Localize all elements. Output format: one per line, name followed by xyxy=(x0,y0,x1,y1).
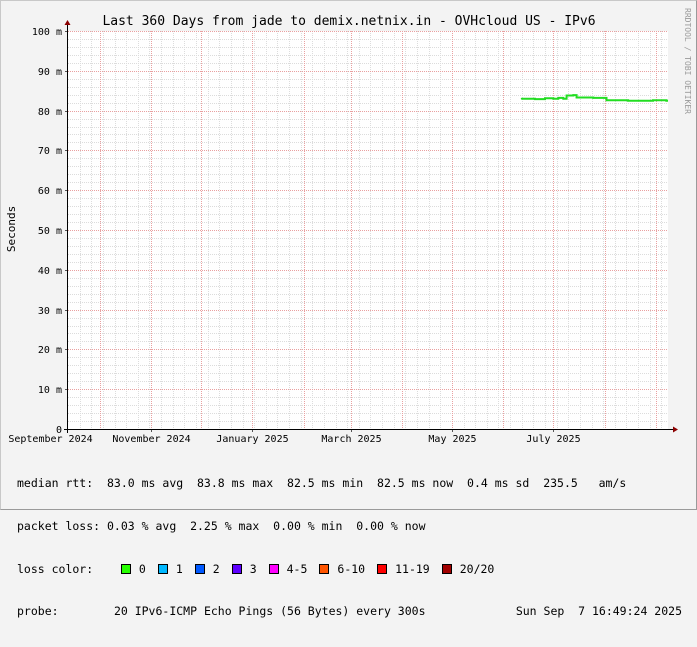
loss-color-swatch xyxy=(231,563,242,574)
y-axis-label: Seconds xyxy=(5,206,18,252)
loss-color-item: 0 xyxy=(120,561,146,576)
data-point xyxy=(627,99,629,102)
loss-color-item: 2 xyxy=(194,561,220,576)
y-tick-label: 70 m xyxy=(38,146,62,157)
loss-color-swatch xyxy=(319,563,330,574)
packet-loss-line: packet loss: 0.03 % avg 2.25 % max 0.00 … xyxy=(17,519,426,533)
probe-text: 20 IPv6-ICMP Echo Pings (56 Bytes) every… xyxy=(113,604,426,619)
loss-color-swatch xyxy=(120,563,131,574)
data-point xyxy=(565,94,568,97)
loss-color-label-text: 0 xyxy=(138,561,146,576)
loss-color-label-text: 3 xyxy=(249,561,257,576)
y-tick-label: 20 m xyxy=(38,345,62,356)
data-point xyxy=(603,97,606,99)
median-rtt-line: median rtt: 83.0 ms avg 83.8 ms max 82.5… xyxy=(17,476,627,491)
loss-color-swatch xyxy=(157,563,168,574)
data-point xyxy=(534,98,536,100)
loss-color-swatch xyxy=(377,563,388,574)
loss-color-swatch xyxy=(441,563,452,574)
legend: median rtt: 83.0 ms avg 83.8 ms max 82.5… xyxy=(17,448,687,647)
data-point xyxy=(652,99,654,102)
y-tick-label: 80 m xyxy=(38,107,62,118)
loss-color-swatch xyxy=(194,563,205,574)
y-tick-label: 100 m xyxy=(32,27,62,38)
loss-color-label-text: 20/20 xyxy=(459,561,495,576)
x-tick-label: November 2024 xyxy=(112,434,190,445)
loss-color-item: 11-19 xyxy=(377,562,430,576)
y-axis-arrow xyxy=(64,20,71,25)
x-tick-label: March 2025 xyxy=(321,434,381,445)
data-point xyxy=(605,99,608,102)
data-point xyxy=(562,97,565,100)
chart: 010 m20 m30 m40 m50 m60 m70 m80 m90 m100… xyxy=(5,8,692,445)
y-tick-label: 30 m xyxy=(38,306,62,317)
loss-color-row: loss color: 0 1 2 3 4-5 6-10 11-19 20/20 xyxy=(17,562,687,576)
x-tick-label: September 2024 xyxy=(8,434,92,445)
y-tick-label: 50 m xyxy=(38,226,62,237)
x-axis-arrow xyxy=(673,426,678,433)
loss-color-item: 6-10 xyxy=(319,562,365,576)
loss-color-item: 1 xyxy=(157,561,183,576)
x-tick-label: May 2025 xyxy=(428,434,476,445)
loss-color-item: 3 xyxy=(231,561,257,576)
probe-label: probe: xyxy=(17,604,59,619)
data-point xyxy=(665,99,668,102)
rrdtool-watermark: RRDTOOL / TOBI OETIKER xyxy=(683,8,692,114)
y-tick-label: 40 m xyxy=(38,266,62,277)
loss-color-label-text: 2 xyxy=(212,561,220,576)
loss-color-swatch xyxy=(268,563,279,574)
data-point xyxy=(544,97,546,100)
loss-color-label-text: 4-5 xyxy=(286,561,308,576)
loss-color-item: 4-5 xyxy=(268,561,308,576)
loss-color-label-text: 11-19 xyxy=(395,561,430,576)
data-point xyxy=(552,97,555,100)
data-point xyxy=(575,96,578,99)
graph-frame: 0 10 m 20 m 30 m 40 m 50 m 60 m 70 m 80 m 90 m 100… xyxy=(0,0,697,618)
x-tick-label: January 2025 xyxy=(216,434,288,445)
data-point xyxy=(520,97,523,100)
graph-date: Sun Sep 7 16:49:24 2025 xyxy=(515,604,682,619)
x-tick-label: July 2025 xyxy=(526,434,580,445)
loss-color-item: 20/20 xyxy=(441,561,495,576)
data-point xyxy=(557,97,560,99)
y-tick-label: 60 m xyxy=(38,186,62,197)
y-tick-label: 90 m xyxy=(38,67,62,78)
loss-color-label-text: 6-10 xyxy=(337,561,366,576)
data-point xyxy=(592,97,595,99)
data-point xyxy=(572,94,575,96)
chart-title: Last 360 Days from jade to demix.netnix.… xyxy=(102,14,595,29)
loss-color-label: loss color: xyxy=(17,561,94,576)
probe-row: probe: 20 IPv6-ICMP Echo Pings (56 Bytes… xyxy=(17,604,687,618)
y-tick-label: 10 m xyxy=(38,385,62,396)
loss-color-label-text: 1 xyxy=(175,561,183,576)
